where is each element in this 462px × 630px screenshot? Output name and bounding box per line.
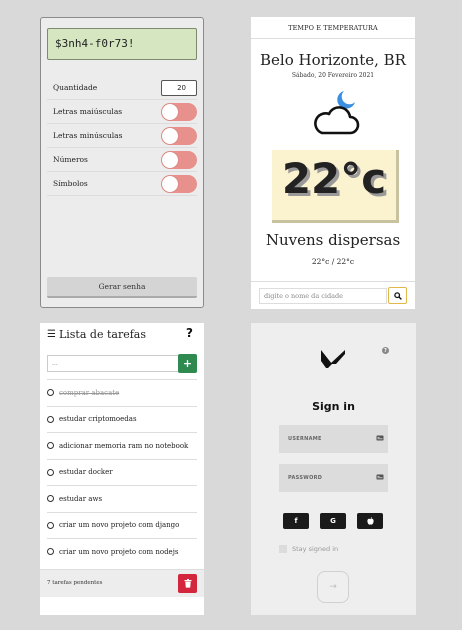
lowercase-toggle[interactable] [161, 126, 197, 145]
option-lowercase-label: Letras minúsculas [53, 131, 123, 140]
option-lowercase-row: Letras minúsculas [47, 124, 197, 148]
quantity-input[interactable]: 20 [161, 79, 197, 96]
id-card-icon [376, 474, 384, 480]
task-item[interactable]: adicionar memoria ram no notebook [47, 432, 197, 459]
brand-logo-icon [321, 350, 345, 368]
submit-button[interactable]: → [317, 571, 349, 603]
stay-signed-in-row[interactable]: Stay signed in [279, 545, 338, 553]
temperature-box: 22°c [272, 150, 399, 223]
todo-header: ☰ Lista de tarefas [40, 323, 204, 345]
option-uppercase-label: Letras maiúsculas [53, 107, 123, 116]
task-item[interactable]: estudar docker [47, 458, 197, 486]
arrow-right-icon: → [329, 582, 337, 592]
task-text: criar um novo projeto com nodejs [59, 547, 179, 556]
temperature-value: 22°c [281, 154, 387, 203]
task-text: estudar docker [59, 468, 113, 477]
todo-panel: ☰ Lista de tarefas ? ... + comprar abaca… [40, 323, 204, 615]
password-generator-panel: $3nh4-f0r73! Quantidade 20 Letras maiúsc… [40, 17, 204, 308]
stay-signed-in-label: Stay signed in [292, 545, 339, 553]
min-max-temperature: 22°c / 22°c [311, 257, 355, 266]
night-cloud-icon [314, 91, 360, 135]
task-item[interactable]: estudar aws [47, 485, 197, 512]
option-numbers-label: Números [53, 155, 88, 164]
task-checkbox[interactable] [47, 389, 54, 397]
apple-icon [366, 517, 374, 525]
delete-tasks-button[interactable] [178, 574, 197, 593]
google-login-button[interactable]: G [320, 513, 346, 529]
city-search-bar: digite o nome da cidade [251, 281, 415, 309]
task-checkbox[interactable] [47, 442, 54, 450]
toggle-knob [162, 127, 178, 144]
option-symbols-row: Símbolos [47, 172, 197, 196]
city-name: Belo Horizonte, BR [260, 51, 406, 69]
search-icon [393, 291, 402, 300]
pending-count: 7 tarefas pendentes [47, 580, 103, 586]
task-text: criar um novo projeto com django [59, 521, 180, 530]
help-icon[interactable]: ? [186, 326, 193, 340]
signin-title: Sign in [312, 400, 355, 413]
signin-panel: ? Sign in USERNAME PASSWORD f G Stay sig… [251, 323, 416, 615]
list-icon: ☰ [47, 328, 56, 340]
trash-icon [184, 579, 191, 588]
facebook-login-button[interactable]: f [283, 513, 309, 529]
task-checkbox[interactable] [47, 548, 54, 556]
task-text: comprar abacate [59, 388, 120, 397]
username-placeholder: USERNAME [288, 436, 322, 442]
weather-description: Nuvens dispersas [265, 231, 401, 249]
help-icon[interactable]: ? [382, 347, 389, 354]
generate-password-button[interactable]: Gerar senha [47, 277, 197, 298]
facebook-icon: f [294, 517, 298, 525]
password-field[interactable]: PASSWORD [279, 464, 388, 492]
task-item[interactable]: comprar abacate [47, 379, 197, 406]
username-field[interactable]: USERNAME [279, 425, 388, 453]
toggle-knob [162, 151, 178, 168]
add-task-button[interactable]: + [178, 354, 197, 373]
toggle-knob [162, 175, 178, 192]
numbers-toggle[interactable] [161, 150, 197, 169]
uppercase-toggle[interactable] [161, 102, 197, 121]
weather-panel: TEMPO E TEMPERATURA Belo Horizonte, BR S… [251, 17, 415, 309]
password-placeholder: PASSWORD [288, 475, 323, 481]
quantity-label: Quantidade [53, 83, 98, 92]
weather-date: Sábado, 20 Fevereiro 2021 [291, 72, 375, 79]
option-numbers-row: Números [47, 148, 197, 172]
task-item[interactable]: criar um novo projeto com django [47, 511, 197, 539]
city-search-button[interactable] [388, 287, 407, 304]
task-text: estudar aws [59, 494, 103, 503]
new-task-input[interactable]: ... [47, 355, 178, 372]
task-checkbox[interactable] [47, 415, 54, 423]
weather-header: TEMPO E TEMPERATURA [251, 17, 415, 39]
id-card-icon [376, 435, 384, 441]
task-text: estudar criptomoedas [59, 415, 137, 424]
task-checkbox[interactable] [47, 495, 54, 503]
option-symbols-label: Símbolos [53, 179, 88, 188]
stay-signed-in-checkbox[interactable] [279, 545, 287, 553]
todo-footer: 7 tarefas pendentes [40, 569, 204, 597]
task-text: adicionar memoria ram no notebook [59, 441, 189, 450]
quantity-row: Quantidade 20 [47, 76, 197, 100]
symbols-toggle[interactable] [161, 174, 197, 193]
todo-title: Lista de tarefas [58, 327, 146, 341]
task-checkbox[interactable] [47, 521, 54, 529]
task-item[interactable]: criar um novo projeto com nodejs [47, 538, 197, 565]
task-checkbox[interactable] [47, 468, 54, 476]
option-uppercase-row: Letras maiúsculas [47, 100, 197, 124]
google-icon: G [330, 517, 336, 525]
toggle-knob [162, 103, 178, 120]
password-output[interactable]: $3nh4-f0r73! [47, 28, 197, 60]
task-item[interactable]: estudar criptomoedas [47, 405, 197, 433]
city-search-input[interactable]: digite o nome da cidade [259, 288, 387, 304]
apple-login-button[interactable] [357, 513, 383, 529]
